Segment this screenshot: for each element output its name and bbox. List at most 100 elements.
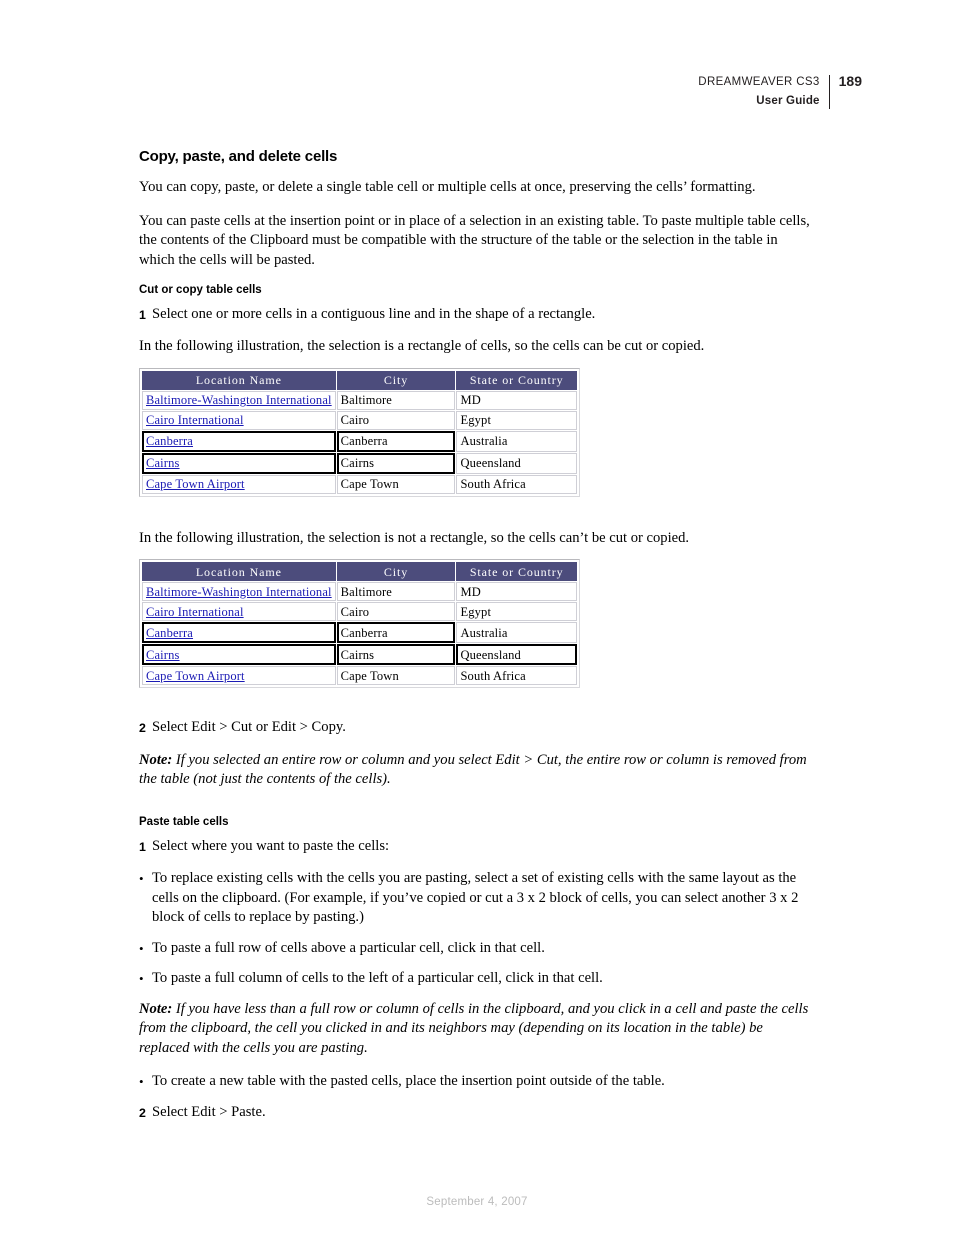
product-name: DREAMWEAVER CS3 bbox=[698, 76, 820, 88]
caption-rectangle-selection: In the following illustration, the selec… bbox=[139, 338, 705, 355]
cell-state[interactable]: Egypt bbox=[456, 602, 577, 622]
note-cut-entire-row: Note: If you selected an entire row or c… bbox=[139, 751, 815, 790]
cell-city[interactable]: Baltimore bbox=[336, 582, 456, 602]
step-text: Select where you want to paste the cells… bbox=[152, 837, 390, 854]
intro-paragraph-1: You can copy, paste, or delete a single … bbox=[139, 179, 756, 195]
column-header-city: City bbox=[336, 370, 456, 390]
note-label: Note: bbox=[139, 751, 173, 768]
step-text: Select one or more cells in a contiguous… bbox=[152, 305, 596, 322]
column-header-location-name: Location Name bbox=[142, 370, 336, 390]
paste-step-1: 1 Select where you want to paste the cel… bbox=[139, 837, 815, 858]
table-row: Cape Town Airport Cape Town South Africa bbox=[142, 666, 577, 686]
step-number: 2 bbox=[139, 1105, 146, 1120]
column-header-location-name: Location Name bbox=[142, 562, 336, 582]
list-item-text: To paste a full column of cells to the l… bbox=[152, 970, 603, 987]
list-item: • To paste a full column of cells to the… bbox=[139, 969, 815, 989]
cell-state[interactable]: Egypt bbox=[456, 410, 577, 430]
cell-state[interactable]: Australia bbox=[456, 622, 577, 644]
column-header-state-or-country: State or Country bbox=[456, 562, 577, 582]
cell-location[interactable]: Cairo International bbox=[142, 602, 336, 622]
location-link[interactable]: Canberra bbox=[146, 434, 193, 448]
bullet-icon: • bbox=[139, 1074, 144, 1090]
cell-city[interactable]: Baltimore bbox=[336, 390, 456, 410]
cell-location[interactable]: Baltimore-Washington International bbox=[142, 582, 336, 602]
cell-city[interactable]: Cairo bbox=[336, 410, 456, 430]
column-header-state-or-country: State or Country bbox=[456, 370, 577, 390]
location-link[interactable]: Cape Town Airport bbox=[146, 477, 245, 491]
figure-table-non-rectangular-selection: Location Name City State or Country Balt… bbox=[139, 559, 580, 689]
location-link[interactable]: Cairns bbox=[146, 648, 180, 662]
cell-state[interactable]: Australia bbox=[456, 430, 577, 452]
cell-state[interactable]: MD bbox=[456, 390, 577, 410]
cell-location-selected[interactable]: Canberra bbox=[142, 622, 336, 644]
page-title: Copy, paste, and delete cells bbox=[139, 148, 338, 165]
table-row: Canberra Canberra Australia bbox=[142, 430, 577, 452]
table-row: Cape Town Airport Cape Town South Africa bbox=[142, 474, 577, 494]
table-row: Baltimore-Washington International Balti… bbox=[142, 582, 577, 602]
paste-step-2: 2 Select Edit > Paste. bbox=[139, 1103, 815, 1124]
cell-state-selected[interactable]: Queensland bbox=[456, 644, 577, 666]
cell-city[interactable]: Cairo bbox=[336, 602, 456, 622]
cell-location-selected[interactable]: Cairns bbox=[142, 644, 336, 666]
cell-state[interactable]: MD bbox=[456, 582, 577, 602]
list-item-text: To paste a full row of cells above a par… bbox=[152, 939, 545, 956]
cell-city-selected[interactable]: Canberra bbox=[336, 622, 456, 644]
document-page: DREAMWEAVER CS3 User Guide 189 Copy, pas… bbox=[0, 0, 954, 1235]
location-link[interactable]: Cairo International bbox=[146, 605, 244, 619]
cell-location-selected[interactable]: Canberra bbox=[142, 430, 336, 452]
page-footer-date: September 4, 2007 bbox=[426, 1196, 528, 1208]
table-row: Cairns Cairns Queensland bbox=[142, 644, 577, 666]
cell-location[interactable]: Baltimore-Washington International bbox=[142, 390, 336, 410]
cell-location-selected[interactable]: Cairns bbox=[142, 452, 336, 474]
table-row: Cairo International Cairo Egypt bbox=[142, 410, 577, 430]
bullet-icon: • bbox=[139, 971, 144, 987]
table-header-row: Location Name City State or Country bbox=[142, 562, 577, 582]
caption-non-rectangular-selection: In the following illustration, the selec… bbox=[139, 529, 690, 546]
location-link[interactable]: Baltimore-Washington International bbox=[146, 585, 332, 599]
cell-state[interactable]: Queensland bbox=[456, 452, 577, 474]
sample-table-2: Location Name City State or Country Balt… bbox=[141, 561, 578, 687]
bullet-icon: • bbox=[139, 940, 144, 956]
cell-city-selected[interactable]: Cairns bbox=[336, 452, 456, 474]
location-link[interactable]: Cairns bbox=[146, 456, 180, 470]
cell-location[interactable]: Cape Town Airport bbox=[142, 666, 336, 686]
location-link[interactable]: Baltimore-Washington International bbox=[146, 393, 332, 407]
content-column: Copy, paste, and delete cells You can co… bbox=[139, 148, 815, 1135]
location-link[interactable]: Cape Town Airport bbox=[146, 669, 245, 683]
cell-city[interactable]: Cape Town bbox=[336, 474, 456, 494]
bullet-icon: • bbox=[139, 871, 144, 887]
list-item: • To create a new table with the pasted … bbox=[139, 1072, 815, 1092]
cell-location[interactable]: Cape Town Airport bbox=[142, 474, 336, 494]
location-link[interactable]: Canberra bbox=[146, 626, 193, 640]
figure-table-rectangular-selection: Location Name City State or Country Balt… bbox=[139, 367, 580, 497]
page-number: 189 bbox=[838, 73, 862, 89]
sample-table-2-body: Baltimore-Washington International Balti… bbox=[142, 582, 577, 686]
step-number: 1 bbox=[139, 307, 146, 322]
table-row: Baltimore-Washington International Balti… bbox=[142, 390, 577, 410]
table-header-row: Location Name City State or Country bbox=[142, 370, 577, 390]
step-text: Select Edit > Cut or Edit > Copy. bbox=[152, 719, 346, 736]
cell-location[interactable]: Cairo International bbox=[142, 410, 336, 430]
cut-copy-step-2: 2 Select Edit > Cut or Edit > Copy. bbox=[139, 718, 815, 739]
running-header-text: DREAMWEAVER CS3 User Guide bbox=[698, 74, 828, 111]
location-link[interactable]: Cairo International bbox=[146, 413, 244, 427]
table-row: Cairns Cairns Queensland bbox=[142, 452, 577, 474]
list-item-text: To create a new table with the pasted ce… bbox=[152, 1073, 665, 1090]
list-item: • To paste a full row of cells above a p… bbox=[139, 939, 815, 959]
list-item: • To replace existing cells with the cel… bbox=[139, 869, 815, 928]
list-item-text: To replace existing cells with the cells… bbox=[152, 870, 799, 926]
table-row: Cairo International Cairo Egypt bbox=[142, 602, 577, 622]
cell-city-selected[interactable]: Cairns bbox=[336, 644, 456, 666]
column-header-city: City bbox=[336, 562, 456, 582]
cell-state[interactable]: South Africa bbox=[456, 474, 577, 494]
table-row: Canberra Canberra Australia bbox=[142, 622, 577, 644]
note-text: If you selected an entire row or column … bbox=[139, 751, 807, 788]
step-number: 2 bbox=[139, 721, 146, 736]
cut-copy-step-1: 1 Select one or more cells in a contiguo… bbox=[139, 305, 815, 326]
cell-city-selected[interactable]: Canberra bbox=[336, 430, 456, 452]
cell-state[interactable]: South Africa bbox=[456, 666, 577, 686]
cell-city[interactable]: Cape Town bbox=[336, 666, 456, 686]
